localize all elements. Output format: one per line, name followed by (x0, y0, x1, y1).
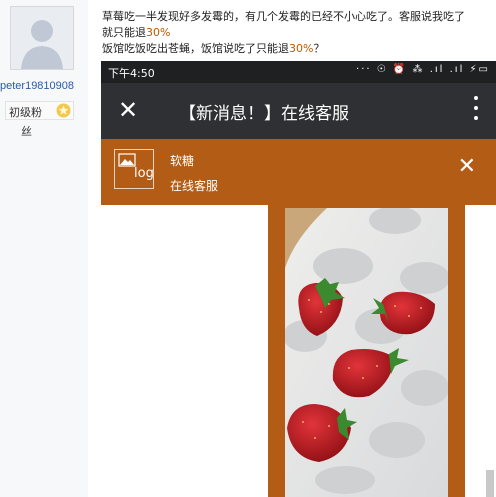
author-panel: peter19810908 初级粉 丝 (0, 0, 88, 497)
close-icon[interactable]: ✕ (458, 156, 476, 178)
refund-percent: 30% (146, 26, 171, 39)
author-username[interactable]: peter19810908 (0, 80, 88, 92)
default-user-icon (11, 7, 73, 69)
more-vertical-icon[interactable] (474, 96, 480, 124)
agent-role: 在线客服 (170, 179, 219, 193)
status-icons: ··· ☉ ⏰ ⁂ .ıl .ıl ⚡▭ (356, 64, 490, 75)
post-body: 草莓吃一半发现好多发霉的，有几个发霉的已经不小心吃了。客服说我吃了 就只能退30… (102, 9, 496, 57)
star-icon (56, 103, 71, 118)
strawberry-photo[interactable] (285, 208, 448, 497)
agent-banner: log 软糖 在线客服 ✕ (101, 139, 496, 205)
agent-logo: log (114, 149, 154, 189)
avatar[interactable] (10, 6, 74, 70)
refund-percent: 30% (289, 42, 314, 55)
post-line: 就只能退30% (102, 26, 171, 39)
status-bar: 下午4:50 ··· ☉ ⏰ ⁂ .ıl .ıl ⚡▭ (101, 61, 496, 83)
chat-title-bar: ✕ 【新消息！】在线客服 (101, 83, 496, 139)
post-line: 草莓吃一半发现好多发霉的，有几个发霉的已经不小心吃了。客服说我吃了 (102, 10, 465, 23)
agent-logo-text: log (134, 166, 154, 181)
chat-title: 【新消息！】在线客服 (179, 104, 349, 124)
rank-badge: 初级粉 (5, 101, 74, 120)
status-time: 下午4:50 (108, 67, 155, 80)
rank-label: 初级粉 (9, 106, 42, 119)
rank-label-continued: 丝 (21, 125, 32, 138)
close-icon[interactable]: ✕ (118, 95, 138, 125)
agent-name: 软糖 (170, 154, 195, 168)
post-line: 饭馆吃饭吃出苍蝇，饭馆说吃了只能退30%？ (102, 42, 325, 55)
phone-screenshot: 下午4:50 ··· ☉ ⏰ ⁂ .ıl .ıl ⚡▭ ✕ 【新消息！】在线客服… (101, 61, 496, 497)
page-scrollbar[interactable] (486, 470, 494, 497)
